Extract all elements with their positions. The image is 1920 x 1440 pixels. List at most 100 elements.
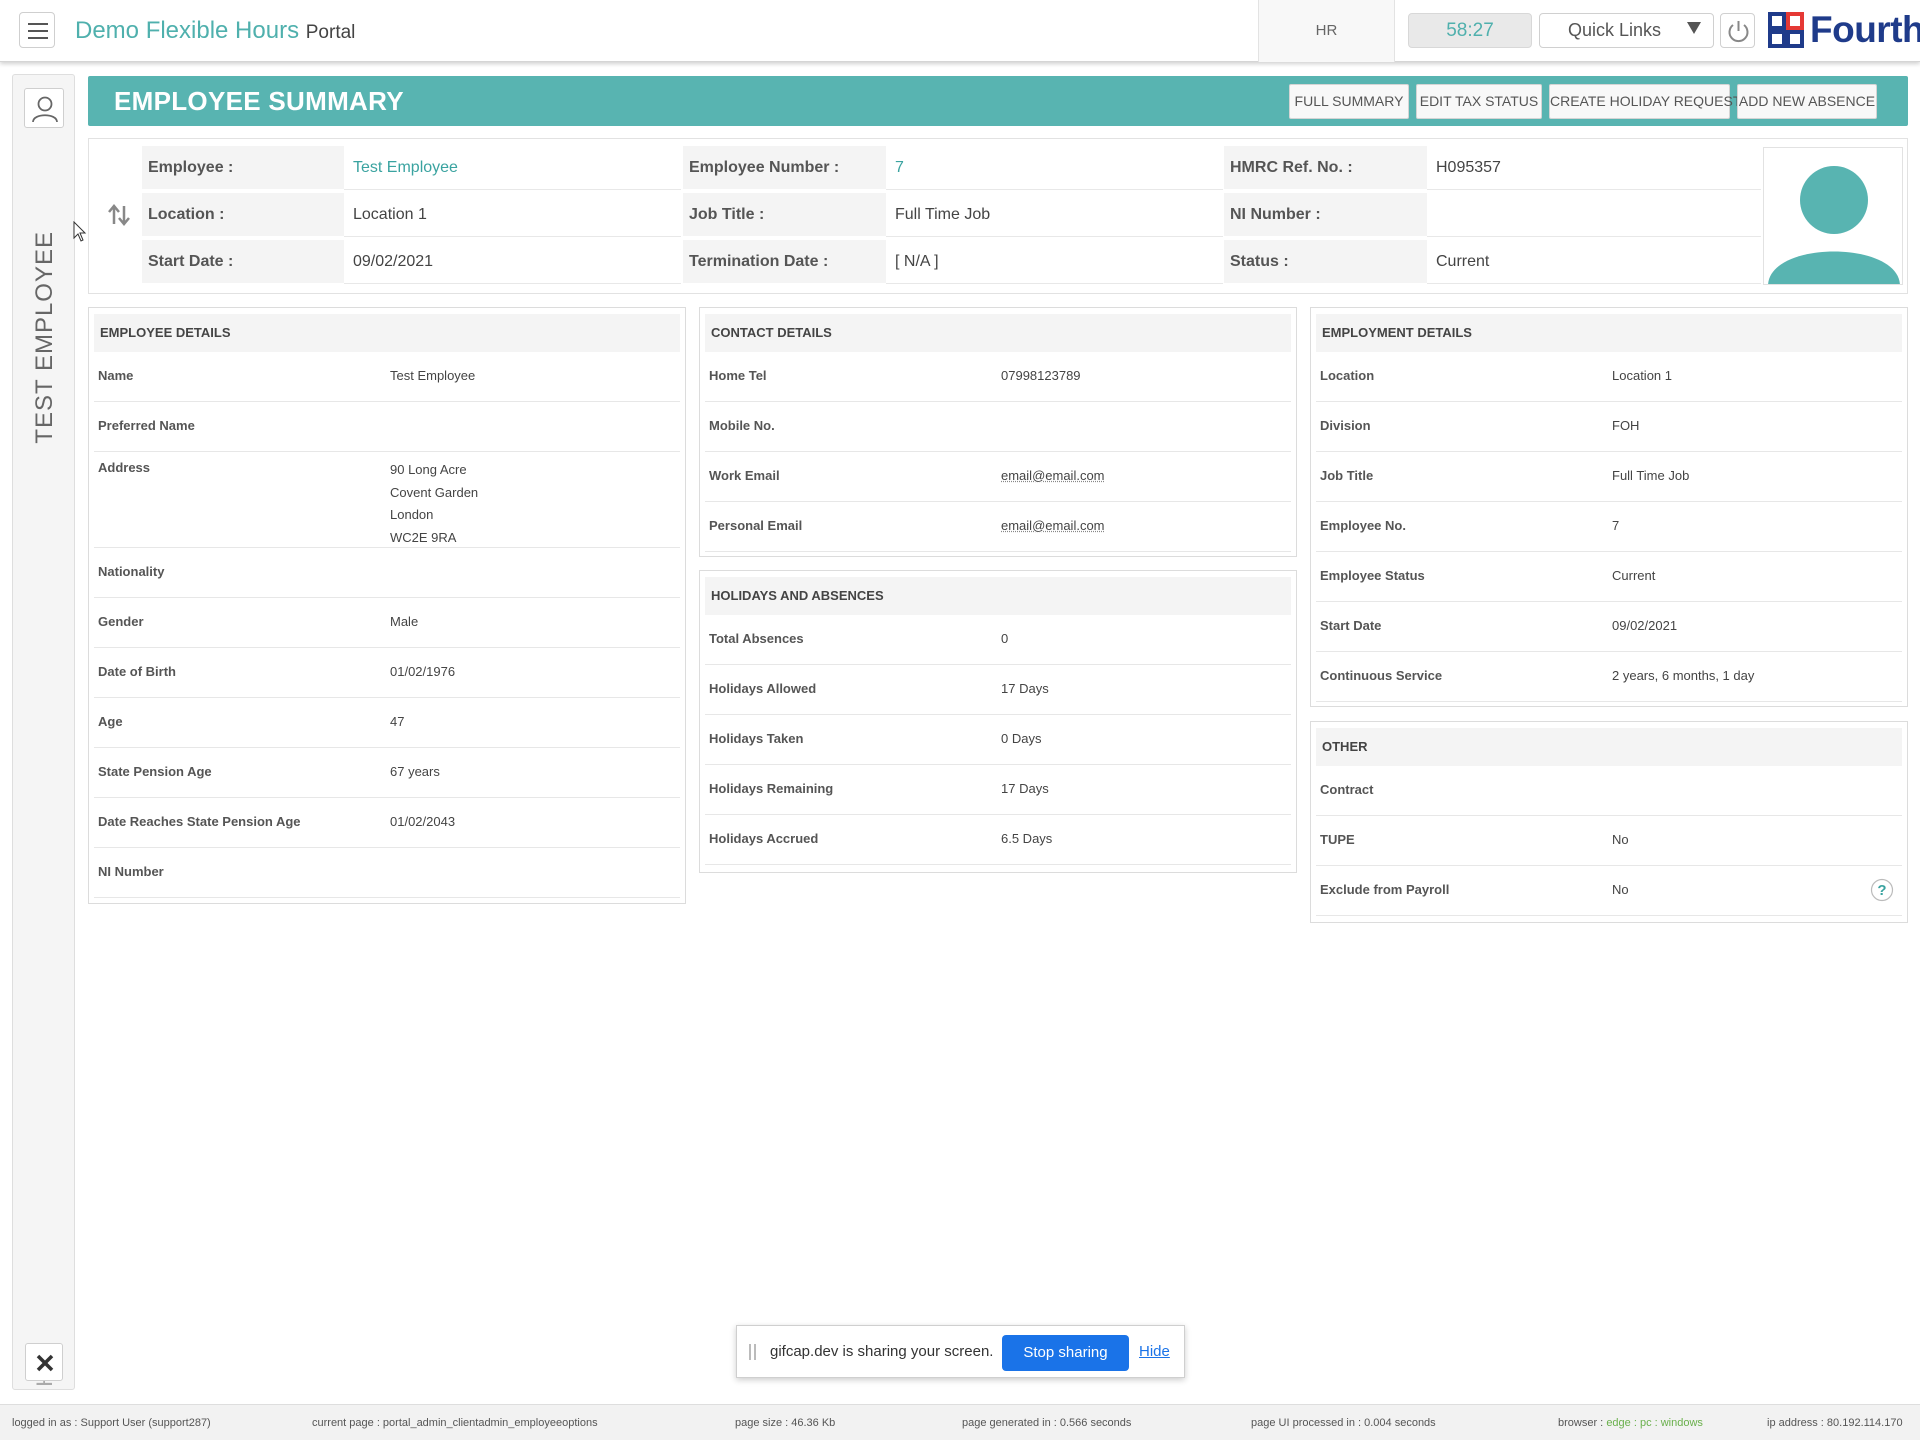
employment-details-panel: EMPLOYMENT DETAILS Location Location 1 Di… — [1310, 307, 1908, 707]
browser-info: browser : edge : pc : windows — [1558, 1417, 1703, 1429]
quick-links-dropdown[interactable]: Quick Links — [1539, 13, 1714, 48]
page-title: EMPLOYEE SUMMARY — [114, 86, 404, 116]
row-label: Total Absences — [709, 631, 804, 646]
list-item: Personal Email email@email.com — [705, 502, 1291, 552]
list-item: Mobile No. — [705, 402, 1291, 452]
list-item: Date of Birth 01/02/1976 — [94, 648, 680, 698]
employee-number-label: Employee Number : — [683, 146, 886, 190]
hmrc-ref-label: HMRC Ref. No. : — [1224, 146, 1427, 190]
row-value: No — [1612, 832, 1629, 847]
left-sidebar: TEST EMPLOYEE HR — [12, 74, 75, 1390]
holidays-absences-panel: HOLIDAYS AND ABSENCES Total Absences 0 Ho… — [699, 570, 1297, 873]
row-label: Name — [98, 368, 134, 383]
list-item: Preferred Name — [94, 402, 680, 452]
list-item: Employee No. 7 — [1316, 502, 1902, 552]
employment-details-title: EMPLOYMENT DETAILS — [1316, 314, 1902, 352]
termination-date-value: [ N/A ] — [886, 240, 1223, 284]
hide-link[interactable]: Hide — [1139, 1343, 1170, 1360]
close-icon — [36, 1354, 54, 1372]
user-icon — [32, 96, 58, 123]
row-label: Age — [98, 714, 123, 729]
list-item: State Pension Age 67 years — [94, 748, 680, 798]
address-line: London — [390, 507, 434, 522]
row-label: Start Date — [1320, 618, 1382, 633]
quick-links-label: Quick Links — [1568, 20, 1662, 40]
row-value: 09/02/2021 — [1612, 618, 1678, 633]
help-icon[interactable]: ? — [1870, 878, 1894, 902]
stop-sharing-button[interactable]: Stop sharing — [1002, 1335, 1129, 1371]
termination-date-label: Termination Date : — [683, 240, 886, 284]
caret-down-icon — [1687, 22, 1701, 34]
fourth-logo-text: Fourth — [1810, 9, 1920, 50]
list-item: Holidays Allowed 17 Days — [705, 665, 1291, 715]
list-item: Work Email email@email.com — [705, 452, 1291, 502]
row-label: Holidays Accrued — [709, 831, 819, 846]
create-holiday-request-button[interactable]: CREATE HOLIDAY REQUEST — [1549, 84, 1741, 119]
menu-icon[interactable] — [19, 12, 55, 48]
row-label: Holidays Remaining — [709, 781, 834, 796]
logout-button[interactable] — [1720, 13, 1755, 48]
personal-email-link[interactable]: email@email.com — [1001, 518, 1105, 533]
employee-name-link[interactable]: Test Employee — [344, 146, 681, 190]
employee-number-link[interactable]: 7 — [886, 146, 1223, 190]
share-status-text: gifcap.dev is sharing your screen. — [770, 1343, 994, 1360]
row-label: Holidays Allowed — [709, 681, 817, 696]
row-value: 07998123789 — [1001, 368, 1081, 383]
list-item: Holidays Remaining 17 Days — [705, 765, 1291, 815]
location-value: Location 1 — [344, 193, 681, 237]
employee-summary-header: EMPLOYEE SUMMARY FULL SUMMARY EDIT TAX S… — [88, 76, 1908, 126]
address-value: 90 Long Acre Covent Garden London WC2E 9… — [390, 459, 478, 549]
list-item: Location Location 1 — [1316, 352, 1902, 402]
drag-handle-icon[interactable] — [749, 1344, 757, 1360]
other-panel: OTHER Contract TUPE No Exclude from Payro… — [1310, 721, 1908, 923]
ni-number-value — [1427, 193, 1761, 237]
row-value: 6.5 Days — [1001, 831, 1053, 846]
ni-number-label: NI Number : — [1224, 193, 1427, 237]
row-label: Division — [1320, 418, 1371, 433]
row-value: 01/02/1976 — [390, 664, 456, 679]
list-item: Continuous Service 2 years, 6 months, 1 d… — [1316, 652, 1902, 702]
row-label: Location — [1320, 368, 1375, 383]
row-value: 7 — [1612, 518, 1620, 533]
add-new-absence-button[interactable]: ADD NEW ABSENCE — [1737, 84, 1877, 119]
row-label: Date of Birth — [98, 664, 176, 679]
work-email-link[interactable]: email@email.com — [1001, 468, 1105, 483]
list-item: Name Test Employee — [94, 352, 680, 402]
page-size: page size : 46.36 Kb — [735, 1417, 836, 1429]
swap-employee-icon[interactable] — [106, 202, 132, 228]
list-item: Date Reaches State Pension Age 01/02/2043 — [94, 798, 680, 848]
list-item: Nationality — [94, 548, 680, 598]
close-employee-button[interactable] — [25, 1343, 63, 1381]
address-line: Covent Garden — [390, 484, 479, 500]
top-bar: Demo Flexible Hours Portal HR 58:27 Quic… — [0, 0, 1920, 62]
job-title-label: Job Title : — [683, 193, 886, 237]
full-summary-button[interactable]: FULL SUMMARY — [1289, 84, 1409, 119]
employee-details-panel: EMPLOYEE DETAILS Name Test Employee Prefe… — [88, 307, 686, 904]
list-item: Address 90 Long Acre Covent Garden Londo… — [94, 452, 680, 548]
list-item: Age 47 — [94, 698, 680, 748]
list-item: Start Date 09/02/2021 — [1316, 602, 1902, 652]
employee-summary-grid: Employee : Test Employee Employee Number… — [88, 138, 1908, 294]
row-label: Gender — [98, 614, 144, 629]
list-item: Division FOH — [1316, 402, 1902, 452]
current-page: current page : portal_admin_clientadmin_… — [312, 1417, 598, 1429]
portal-suffix: Portal — [305, 22, 356, 43]
edit-tax-status-button[interactable]: EDIT TAX STATUS — [1416, 84, 1542, 119]
session-timer: 58:27 — [1408, 13, 1532, 48]
list-item: Holidays Taken 0 Days — [705, 715, 1291, 765]
contact-details-panel: CONTACT DETAILS Home Tel 07998123789 Mobi… — [699, 307, 1297, 557]
row-value: 0 Days — [1001, 731, 1042, 746]
employee-profile-button[interactable] — [24, 88, 64, 128]
start-date-value: 09/02/2021 — [344, 240, 681, 284]
footer-bar: logged in as : Support User (support287)… — [0, 1404, 1920, 1440]
list-item: Job Title Full Time Job — [1316, 452, 1902, 502]
row-label: Home Tel — [709, 368, 767, 383]
portal-name: Demo Flexible Hours — [75, 17, 300, 44]
other-title: OTHER — [1316, 728, 1902, 766]
row-label: Employee Status — [1320, 568, 1425, 583]
ui-processed: page UI processed in : 0.004 seconds — [1251, 1417, 1436, 1429]
page-generated: page generated in : 0.566 seconds — [962, 1417, 1132, 1429]
module-hr-button[interactable]: HR — [1258, 0, 1395, 62]
row-value: 01/02/2043 — [390, 814, 456, 829]
row-label: Exclude from Payroll — [1320, 882, 1450, 897]
